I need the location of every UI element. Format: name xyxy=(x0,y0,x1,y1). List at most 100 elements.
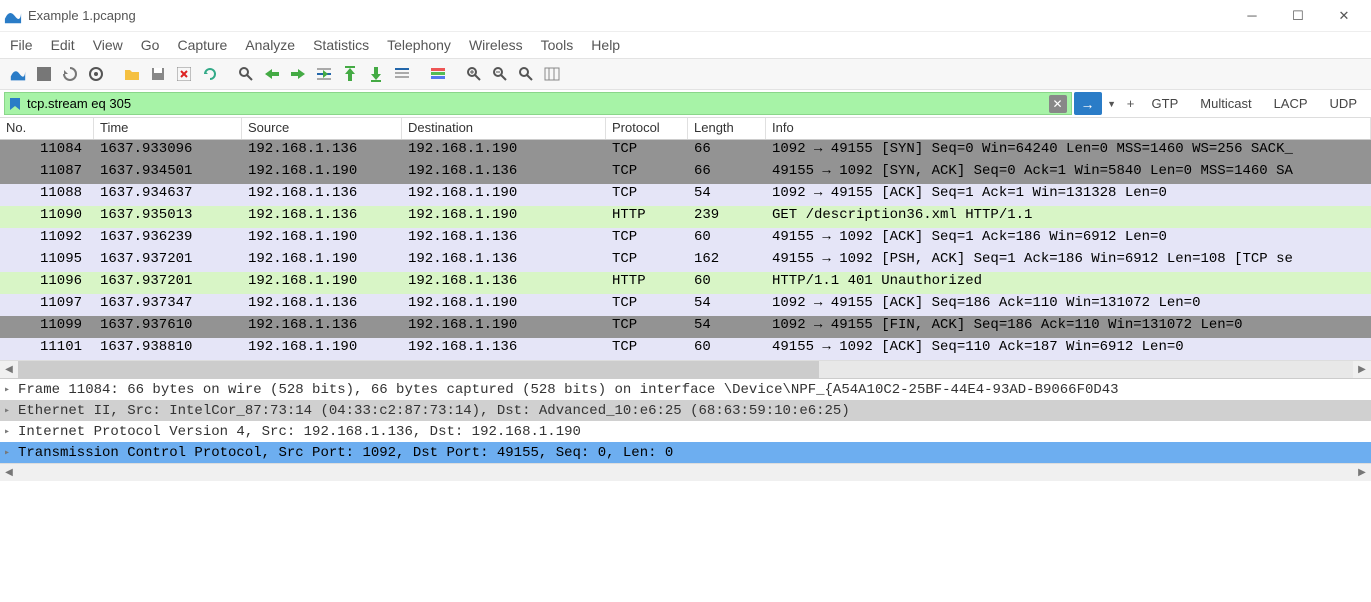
cell-source: 192.168.1.136 xyxy=(242,294,402,316)
reload-icon[interactable] xyxy=(198,62,222,86)
filter-preset-multicast[interactable]: Multicast xyxy=(1190,92,1261,115)
menu-file[interactable]: File xyxy=(10,37,33,53)
go-first-icon[interactable] xyxy=(338,62,362,86)
menu-telephony[interactable]: Telephony xyxy=(387,37,451,53)
capture-options-icon[interactable] xyxy=(84,62,108,86)
go-last-icon[interactable] xyxy=(364,62,388,86)
column-source[interactable]: Source xyxy=(242,118,402,139)
packet-row[interactable]: 110921637.936239192.168.1.190192.168.1.1… xyxy=(0,228,1371,250)
packet-row[interactable]: 111011637.938810192.168.1.190192.168.1.1… xyxy=(0,338,1371,360)
packet-list-header: No. Time Source Destination Protocol Len… xyxy=(0,118,1371,140)
maximize-button[interactable]: ☐ xyxy=(1275,1,1321,31)
cell-protocol: TCP xyxy=(606,316,688,338)
packet-list-scrollbar[interactable]: ◀ ▶ xyxy=(0,360,1371,378)
packet-row[interactable]: 110901637.935013192.168.1.136192.168.1.1… xyxy=(0,206,1371,228)
detail-line[interactable]: ▸Ethernet II, Src: IntelCor_87:73:14 (04… xyxy=(0,400,1371,421)
column-no[interactable]: No. xyxy=(0,118,94,139)
add-filter-button[interactable]: + xyxy=(1122,92,1140,115)
filter-dropdown-icon[interactable]: ▼ xyxy=(1104,92,1120,115)
zoom-in-icon[interactable] xyxy=(462,62,486,86)
menu-capture[interactable]: Capture xyxy=(177,37,227,53)
detail-line[interactable]: ▸Frame 11084: 66 bytes on wire (528 bits… xyxy=(0,379,1371,400)
detail-line[interactable]: ▸Internet Protocol Version 4, Src: 192.1… xyxy=(0,421,1371,442)
start-capture-icon[interactable] xyxy=(6,62,30,86)
cell-info: 1092 → 49155 [ACK] Seq=1 Ack=1 Win=13132… xyxy=(766,184,1371,206)
cell-destination: 192.168.1.190 xyxy=(402,140,606,162)
packet-details-pane[interactable]: ▸Frame 11084: 66 bytes on wire (528 bits… xyxy=(0,378,1371,463)
scroll-left-icon[interactable]: ◀ xyxy=(0,361,18,378)
close-file-icon[interactable] xyxy=(172,62,196,86)
filter-text-field[interactable] xyxy=(27,96,1047,111)
detail-line[interactable]: ▸Transmission Control Protocol, Src Port… xyxy=(0,442,1371,463)
filter-preset-gtp[interactable]: GTP xyxy=(1142,92,1189,115)
scroll-left-icon[interactable]: ◀ xyxy=(0,467,18,478)
menu-analyze[interactable]: Analyze xyxy=(245,37,295,53)
packet-list[interactable]: 110841637.933096192.168.1.136192.168.1.1… xyxy=(0,140,1371,360)
details-scrollbar[interactable]: ◀ ▶ xyxy=(0,463,1371,481)
resize-columns-icon[interactable] xyxy=(540,62,564,86)
menu-wireless[interactable]: Wireless xyxy=(469,37,523,53)
cell-destination: 192.168.1.190 xyxy=(402,294,606,316)
auto-scroll-icon[interactable] xyxy=(390,62,414,86)
display-filter-input[interactable]: ✕ xyxy=(4,92,1072,115)
packet-row[interactable]: 110841637.933096192.168.1.136192.168.1.1… xyxy=(0,140,1371,162)
expand-icon[interactable]: ▸ xyxy=(4,426,18,438)
find-icon[interactable] xyxy=(234,62,258,86)
column-length[interactable]: Length xyxy=(688,118,766,139)
cell-protocol: TCP xyxy=(606,338,688,360)
cell-length: 60 xyxy=(688,338,766,360)
packet-row[interactable]: 110951637.937201192.168.1.190192.168.1.1… xyxy=(0,250,1371,272)
expand-icon[interactable]: ▸ xyxy=(4,384,18,396)
menu-help[interactable]: Help xyxy=(591,37,620,53)
column-destination[interactable]: Destination xyxy=(402,118,606,139)
detail-text: Transmission Control Protocol, Src Port:… xyxy=(18,445,673,461)
close-button[interactable]: ✕ xyxy=(1321,1,1367,31)
bookmark-icon[interactable] xyxy=(9,97,23,111)
column-time[interactable]: Time xyxy=(94,118,242,139)
open-file-icon[interactable] xyxy=(120,62,144,86)
minimize-button[interactable]: ─ xyxy=(1229,1,1275,31)
scroll-right-icon[interactable]: ▶ xyxy=(1353,361,1371,378)
packet-row[interactable]: 110991637.937610192.168.1.136192.168.1.1… xyxy=(0,316,1371,338)
expand-icon[interactable]: ▸ xyxy=(4,447,18,459)
cell-length: 60 xyxy=(688,272,766,294)
menu-view[interactable]: View xyxy=(93,37,123,53)
filter-preset-lacp[interactable]: LACP xyxy=(1264,92,1318,115)
save-file-icon[interactable] xyxy=(146,62,170,86)
cell-info: 1092 → 49155 [SYN] Seq=0 Win=64240 Len=0… xyxy=(766,140,1371,162)
cell-no: 11087 xyxy=(0,162,94,184)
scroll-right-icon[interactable]: ▶ xyxy=(1353,467,1371,478)
menu-go[interactable]: Go xyxy=(141,37,160,53)
wireshark-icon xyxy=(4,7,22,25)
menu-edit[interactable]: Edit xyxy=(51,37,75,53)
column-info[interactable]: Info xyxy=(766,118,1371,139)
toolbar xyxy=(0,58,1371,90)
window-title: Example 1.pcapng xyxy=(28,8,1229,23)
go-forward-icon[interactable] xyxy=(286,62,310,86)
cell-destination: 192.168.1.136 xyxy=(402,272,606,294)
filter-preset-udp[interactable]: UDP xyxy=(1320,92,1367,115)
menu-statistics[interactable]: Statistics xyxy=(313,37,369,53)
zoom-out-icon[interactable] xyxy=(488,62,512,86)
cell-source: 192.168.1.190 xyxy=(242,250,402,272)
packet-row[interactable]: 110871637.934501192.168.1.190192.168.1.1… xyxy=(0,162,1371,184)
cell-source: 192.168.1.136 xyxy=(242,184,402,206)
packet-row[interactable]: 110961637.937201192.168.1.190192.168.1.1… xyxy=(0,272,1371,294)
cell-destination: 192.168.1.136 xyxy=(402,228,606,250)
column-protocol[interactable]: Protocol xyxy=(606,118,688,139)
zoom-reset-icon[interactable] xyxy=(514,62,538,86)
go-back-icon[interactable] xyxy=(260,62,284,86)
restart-capture-icon[interactable] xyxy=(58,62,82,86)
go-to-packet-icon[interactable] xyxy=(312,62,336,86)
packet-row[interactable]: 110971637.937347192.168.1.136192.168.1.1… xyxy=(0,294,1371,316)
colorize-icon[interactable] xyxy=(426,62,450,86)
detail-text: Frame 11084: 66 bytes on wire (528 bits)… xyxy=(18,382,1119,398)
packet-row[interactable]: 110881637.934637192.168.1.136192.168.1.1… xyxy=(0,184,1371,206)
stop-capture-icon[interactable] xyxy=(32,62,56,86)
cell-time: 1637.937610 xyxy=(94,316,242,338)
apply-filter-button[interactable]: → xyxy=(1074,92,1102,115)
clear-filter-icon[interactable]: ✕ xyxy=(1049,95,1067,113)
expand-icon[interactable]: ▸ xyxy=(4,405,18,417)
cell-protocol: HTTP xyxy=(606,206,688,228)
menu-tools[interactable]: Tools xyxy=(541,37,574,53)
